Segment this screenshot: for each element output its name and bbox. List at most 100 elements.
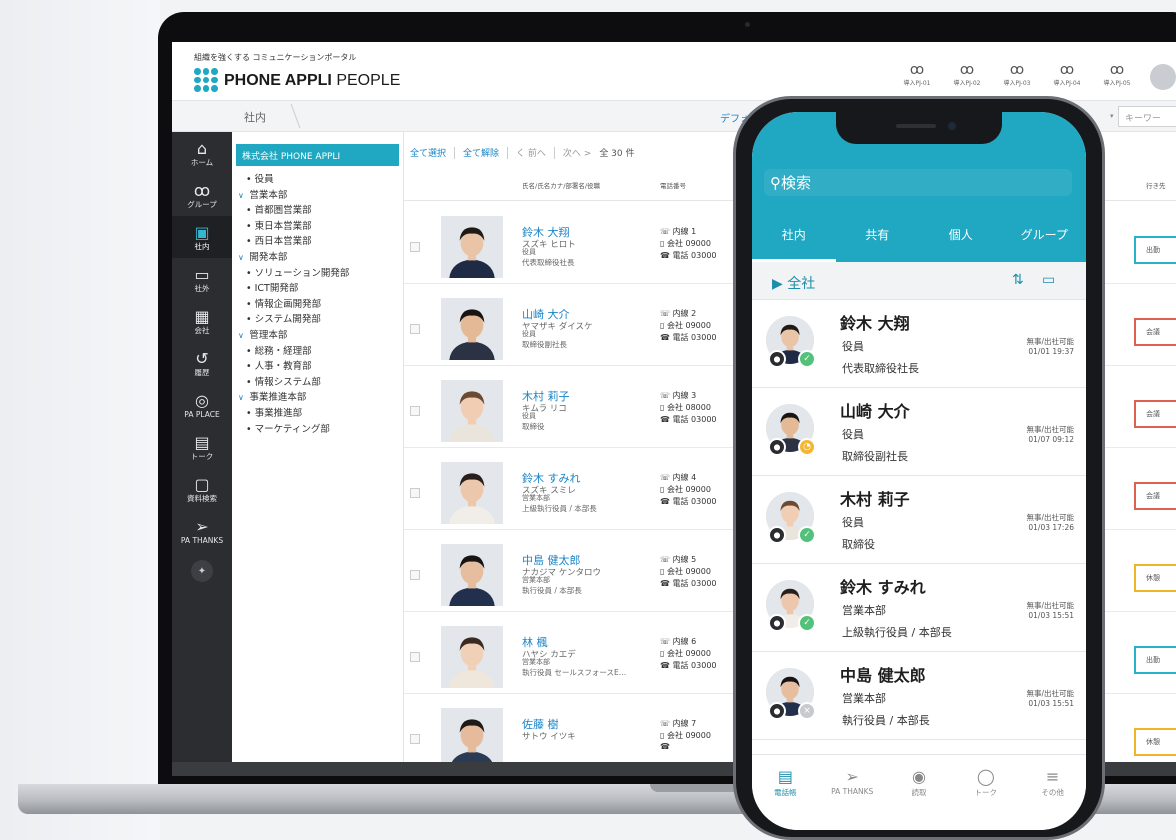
mobile-number[interactable]: ▯ 会社 09000	[660, 566, 711, 577]
nav-phonebook[interactable]: ▤ 電話帳	[752, 767, 819, 830]
row-checkbox[interactable]	[410, 324, 420, 334]
list-item[interactable]: ⬤ ✓ 鈴木 大翔 役員 代表取締役社長 無事/出社可能 01/01 19:37	[752, 300, 1086, 388]
mobile-number[interactable]: ▯ 会社 09000	[660, 730, 711, 741]
status-badge[interactable]: 会議	[1134, 400, 1176, 428]
select-all-button[interactable]: 全て選択	[410, 146, 446, 159]
list-item[interactable]: ⬤ × 中島 健太郎 営業本部 執行役員 / 本部長 無事/出社可能 01/03 15:51	[752, 652, 1086, 740]
location-pin-icon[interactable]: ⬤	[768, 526, 786, 544]
tel-number[interactable]: ☎ 電話 03000	[660, 578, 717, 589]
clear-all-button[interactable]: 全て解除	[463, 146, 499, 159]
phone-search-input[interactable]: ⚲検索	[764, 169, 1072, 196]
nav-more[interactable]: ≡ その他	[1019, 767, 1086, 830]
status-badge[interactable]: 休憩	[1134, 728, 1176, 756]
status-badge[interactable]: 休憩	[1134, 564, 1176, 592]
row-checkbox[interactable]	[410, 406, 420, 416]
app-logo[interactable]: PHONE APPLI PEOPLE	[224, 72, 400, 90]
row-checkbox[interactable]	[410, 488, 420, 498]
status-badge[interactable]: 出勤	[1134, 236, 1176, 264]
mobile-number[interactable]: ▯ 会社 09000	[660, 320, 711, 331]
org-tree-department[interactable]: • 情報企画開発部	[232, 297, 403, 313]
sidebar-item-history[interactable]: ↺ 履歴	[172, 342, 232, 384]
org-tree-department[interactable]: • 西日本営業部	[232, 234, 403, 250]
row-checkbox[interactable]	[410, 734, 420, 744]
extension-number[interactable]: ☏ 内線 4	[660, 472, 696, 483]
mobile-number[interactable]: ▯ 会社 08000	[660, 402, 711, 413]
org-tree-department[interactable]: • 東日本営業部	[232, 219, 403, 235]
project-shortcut[interactable]: ꝏ 導入PJ-04	[1050, 62, 1084, 90]
sidebar-item-home[interactable]: ⌂ ホーム	[172, 132, 232, 174]
sort-icon[interactable]: ⇅	[1012, 272, 1024, 288]
org-tree-division[interactable]: ∨ 管理本部	[232, 328, 403, 344]
org-tree-division[interactable]: ∨ 事業推進本部	[232, 390, 403, 406]
tel-number[interactable]: ☎	[660, 742, 670, 751]
org-tree-division[interactable]: ∨ 開発本部	[232, 250, 403, 266]
tab-personal[interactable]: 個人	[919, 212, 1003, 262]
sidebar-item-group[interactable]: ꝏ グループ	[172, 174, 232, 216]
row-checkbox[interactable]	[410, 242, 420, 252]
list-item[interactable]: ⬤ ◔ 山崎 大介 役員 取締役副社長 無事/出社可能 01/07 09:12	[752, 388, 1086, 476]
nav-scan[interactable]: ◉ 読取	[886, 767, 953, 830]
chevron-down-icon[interactable]: ▾	[1110, 112, 1114, 120]
list-item[interactable]: ⬤ ✓ 木村 莉子 役員 取締役 無事/出社可能 01/03 17:26	[752, 476, 1086, 564]
extension-number[interactable]: ☏ 内線 1	[660, 226, 696, 237]
org-tree-department[interactable]: • ソリューション開発部	[232, 266, 403, 282]
tel-number[interactable]: ☎ 電話 03000	[660, 332, 717, 343]
column-header-destination[interactable]: 行き先	[1146, 180, 1166, 190]
org-tree-department[interactable]: • 首都圏営業部	[232, 203, 403, 219]
mobile-number[interactable]: ▯ 会社 09000	[660, 648, 711, 659]
extension-number[interactable]: ☏ 内線 5	[660, 554, 696, 565]
status-badge[interactable]: 会議	[1134, 482, 1176, 510]
pin-icon[interactable]: ✦	[191, 560, 213, 582]
tel-number[interactable]: ☎ 電話 03000	[660, 496, 717, 507]
org-tree-company[interactable]: 株式会社 PHONE APPLI	[236, 144, 399, 166]
row-checkbox[interactable]	[410, 570, 420, 580]
sidebar-item-external[interactable]: ▭ 社外	[172, 258, 232, 300]
org-tree-department[interactable]: • 事業推進部	[232, 406, 403, 422]
nav-pa-thanks[interactable]: ➢ PA THANKS	[819, 767, 886, 830]
location-pin-icon[interactable]: ⬤	[768, 702, 786, 720]
message-icon[interactable]: ▭	[1042, 272, 1055, 288]
org-tree-department[interactable]: • ICT開発部	[232, 281, 403, 297]
sidebar-item-talk[interactable]: ▤ トーク	[172, 426, 232, 468]
org-tree-department[interactable]: • 役員	[232, 172, 403, 188]
org-tree-department[interactable]: • 総務・経理部	[232, 344, 403, 360]
status-badge[interactable]: 会議	[1134, 318, 1176, 346]
mobile-number[interactable]: ▯ 会社 09000	[660, 238, 711, 249]
list-item[interactable]: ⬤ ✓ 鈴木 すみれ 営業本部 上級執行役員 / 本部長 無事/出社可能 01/03 15:…	[752, 564, 1086, 652]
org-tree-division[interactable]: ∨ 営業本部	[232, 188, 403, 204]
org-tree-department[interactable]: • システム開発部	[232, 312, 403, 328]
breadcrumb[interactable]: 社内	[244, 109, 266, 125]
project-shortcut[interactable]: ꝏ 導入PJ-05	[1100, 62, 1134, 90]
tel-number[interactable]: ☎ 電話 03000	[660, 660, 717, 671]
row-checkbox[interactable]	[410, 652, 420, 662]
location-pin-icon[interactable]: ⬤	[768, 614, 786, 632]
status-badge[interactable]: 出勤	[1134, 646, 1176, 674]
breadcrumb-all-company[interactable]: ▶ 全社	[772, 273, 815, 293]
sidebar-item-internal[interactable]: ▣ 社内	[172, 216, 232, 258]
extension-number[interactable]: ☏ 内線 3	[660, 390, 696, 401]
sidebar-item-doc-search[interactable]: ▢ 資料検索	[172, 468, 232, 510]
column-header-phone[interactable]: 電話番号	[660, 180, 686, 190]
tab-internal[interactable]: 社内	[752, 212, 836, 262]
sidebar-item-pa-place[interactable]: ◎ PA PLACE	[172, 384, 232, 426]
project-shortcut[interactable]: ꝏ 導入PJ-02	[950, 62, 984, 90]
org-tree-department[interactable]: • 情報システム部	[232, 375, 403, 391]
sidebar-item-company[interactable]: ▦ 会社	[172, 300, 232, 342]
org-tree-department[interactable]: • 人事・教育部	[232, 359, 403, 375]
nav-talk[interactable]: ◯ トーク	[952, 767, 1019, 830]
location-pin-icon[interactable]: ⬤	[768, 438, 786, 456]
column-header-name[interactable]: 氏名/氏名カナ/部署名/役職	[522, 180, 600, 190]
sidebar-item-pa-thanks[interactable]: ➢ PA THANKS	[172, 510, 232, 552]
location-pin-icon[interactable]: ⬤	[768, 350, 786, 368]
project-shortcut[interactable]: ꝏ 導入PJ-03	[1000, 62, 1034, 90]
tel-number[interactable]: ☎ 電話 03000	[660, 250, 717, 261]
project-shortcut[interactable]: ꝏ 導入PJ-01	[900, 62, 934, 90]
org-tree-department[interactable]: • マーケティング部	[232, 422, 403, 438]
mobile-number[interactable]: ▯ 会社 09000	[660, 484, 711, 495]
prev-page-button[interactable]: く 前へ	[516, 146, 546, 159]
extension-number[interactable]: ☏ 内線 7	[660, 718, 696, 729]
extension-number[interactable]: ☏ 内線 2	[660, 308, 696, 319]
tab-group[interactable]: グループ	[1003, 212, 1087, 262]
user-avatar[interactable]	[1150, 64, 1176, 90]
keyword-search-input[interactable]: キーワー	[1118, 106, 1176, 127]
